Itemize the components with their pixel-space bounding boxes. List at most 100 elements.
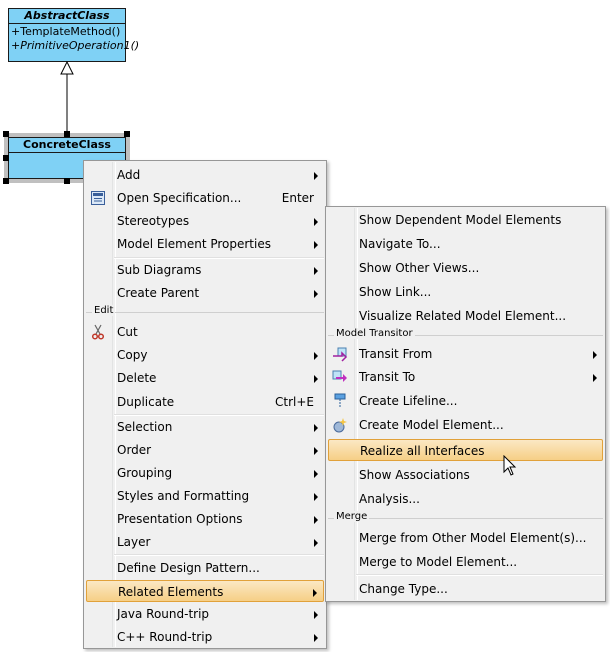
submenu-item-visualize-related-model-element[interactable]: Visualize Related Model Element... xyxy=(328,305,603,327)
resize-handle-top-right[interactable] xyxy=(124,131,130,137)
menu-item-label: Order xyxy=(117,443,152,457)
menu-item-label: Change Type... xyxy=(359,582,448,596)
menu-item-label: Show Dependent Model Elements xyxy=(359,213,562,227)
submenu-item-transit-from[interactable]: Transit From xyxy=(328,343,603,365)
menu-item-label: Grouping xyxy=(117,466,173,480)
menu-item-label: Duplicate xyxy=(117,395,175,409)
transit-to-icon xyxy=(332,370,347,382)
submenu-item-create-lifeline[interactable]: Create Lifeline... xyxy=(328,390,603,412)
menu-item-label: Model Element Properties xyxy=(117,237,271,251)
menu-item-label: Show Other Views... xyxy=(359,261,480,275)
submenu-arrow-icon xyxy=(314,218,318,226)
menu-item-model-element-properties[interactable]: Model Element Properties xyxy=(86,233,324,255)
menu-item-cpp-round-trip[interactable]: C++ Round-trip xyxy=(86,626,324,648)
submenu-item-show-other-views[interactable]: Show Other Views... xyxy=(328,257,603,279)
menu-item-label: Presentation Options xyxy=(117,512,243,526)
section-label: Model Transitor xyxy=(334,328,415,339)
submenu-arrow-icon xyxy=(314,493,318,501)
menu-item-label: Merge from Other Model Element(s)... xyxy=(359,531,587,545)
menu-item-java-round-trip[interactable]: Java Round-trip xyxy=(86,603,324,625)
transit-from-icon xyxy=(333,347,348,362)
menu-item-label: Create Parent xyxy=(117,286,200,300)
menu-item-label: Create Lifeline... xyxy=(359,394,458,408)
submenu-item-show-link[interactable]: Show Link... xyxy=(328,281,603,303)
menu-item-stereotypes[interactable]: Stereotypes xyxy=(86,210,324,232)
submenu-item-navigate-to[interactable]: Navigate To... xyxy=(328,233,603,255)
submenu-item-analysis[interactable]: Analysis... xyxy=(328,488,603,510)
resize-handle-top-center[interactable] xyxy=(64,131,70,137)
menu-item-label: Realize all Interfaces xyxy=(360,444,485,458)
menu-separator xyxy=(356,574,603,576)
menu-item-label: Analysis... xyxy=(359,492,420,506)
submenu-item-show-dependent-model-elements[interactable]: Show Dependent Model Elements xyxy=(328,209,603,231)
submenu-item-change-type[interactable]: Change Type... xyxy=(328,578,603,600)
menu-item-label: Show Link... xyxy=(359,285,432,299)
submenu-arrow-icon xyxy=(314,352,318,360)
menu-item-cut[interactable]: Cut xyxy=(86,321,324,343)
menu-item-label: Add xyxy=(117,168,141,182)
menu-item-shortcut: Ctrl+E xyxy=(275,395,314,409)
submenu-arrow-icon xyxy=(314,470,318,478)
submenu-arrow-icon xyxy=(314,290,318,298)
menu-item-delete[interactable]: Delete xyxy=(86,367,324,389)
submenu-arrow-icon xyxy=(314,267,318,275)
menu-item-grouping[interactable]: Grouping xyxy=(86,462,324,484)
concrete-class-name: ConcreteClass xyxy=(9,138,125,153)
menu-item-styles-and-formatting[interactable]: Styles and Formatting xyxy=(86,485,324,507)
resize-handle-middle-left[interactable] xyxy=(3,155,9,161)
submenu-item-merge-from-other-model-elements[interactable]: Merge from Other Model Element(s)... xyxy=(328,527,603,549)
menu-item-layer[interactable]: Layer xyxy=(86,531,324,553)
mouse-cursor-icon xyxy=(503,455,517,476)
resize-handle-bottom-left[interactable] xyxy=(3,178,9,184)
submenu-arrow-icon xyxy=(314,375,318,383)
menu-item-sub-diagrams[interactable]: Sub Diagrams xyxy=(86,259,324,281)
menu-item-copy[interactable]: Copy xyxy=(86,344,324,366)
menu-item-label: Selection xyxy=(117,420,173,434)
submenu-arrow-icon xyxy=(593,351,597,359)
menu-item-selection[interactable]: Selection xyxy=(86,416,324,438)
menu-item-related-elements[interactable]: Related Elements xyxy=(86,580,324,602)
resize-handle-bottom-center[interactable] xyxy=(64,178,70,184)
menu-section-merge: Merge xyxy=(328,511,603,524)
specification-icon xyxy=(91,191,105,205)
submenu-arrow-icon xyxy=(314,634,318,642)
menu-item-define-design-pattern[interactable]: Define Design Pattern... xyxy=(86,557,324,579)
submenu-item-realize-all-interfaces[interactable]: Realize all Interfaces xyxy=(328,439,603,461)
menu-item-add[interactable]: Add xyxy=(86,164,324,186)
menu-item-label: Sub Diagrams xyxy=(117,263,202,277)
submenu-arrow-icon xyxy=(314,172,318,180)
submenu-item-create-model-element[interactable]: Create Model Element... xyxy=(328,414,603,436)
submenu-item-transit-to[interactable]: Transit To xyxy=(328,366,603,388)
menu-item-label: Transit From xyxy=(359,347,433,361)
menu-item-label: Styles and Formatting xyxy=(117,489,250,503)
menu-item-duplicate[interactable]: Duplicate Ctrl+E xyxy=(86,391,324,413)
lifeline-icon xyxy=(334,393,346,408)
submenu-item-merge-to-model-element[interactable]: Merge to Model Element... xyxy=(328,551,603,573)
menu-item-open-specification[interactable]: Open Specification... Enter xyxy=(86,187,324,209)
menu-item-label: Define Design Pattern... xyxy=(117,561,260,575)
submenu-arrow-icon xyxy=(314,516,318,524)
submenu-item-show-associations[interactable]: Show Associations xyxy=(328,464,603,486)
menu-separator xyxy=(114,554,324,556)
related-elements-submenu: Show Dependent Model Elements Navigate T… xyxy=(325,206,606,602)
generalization-connector[interactable] xyxy=(0,0,140,140)
menu-item-label: Layer xyxy=(117,535,151,549)
submenu-arrow-icon xyxy=(314,447,318,455)
menu-item-create-parent[interactable]: Create Parent xyxy=(86,282,324,304)
menu-item-label: Cut xyxy=(117,325,138,339)
menu-item-label: Java Round-trip xyxy=(117,607,210,621)
menu-item-order[interactable]: Order xyxy=(86,439,324,461)
submenu-arrow-icon xyxy=(593,374,597,382)
menu-item-label: Show Associations xyxy=(359,468,470,482)
menu-item-label: Related Elements xyxy=(118,585,224,599)
menu-item-label: Open Specification... xyxy=(117,191,242,205)
menu-item-label: Visualize Related Model Element... xyxy=(359,309,567,323)
submenu-arrow-icon xyxy=(314,241,318,249)
menu-item-shortcut: Enter xyxy=(281,191,314,205)
resize-handle-top-left[interactable] xyxy=(3,131,9,137)
menu-item-label: Navigate To... xyxy=(359,237,441,251)
submenu-arrow-icon xyxy=(314,424,318,432)
scissors-icon xyxy=(91,324,105,340)
submenu-arrow-icon xyxy=(314,611,318,619)
menu-item-presentation-options[interactable]: Presentation Options xyxy=(86,508,324,530)
